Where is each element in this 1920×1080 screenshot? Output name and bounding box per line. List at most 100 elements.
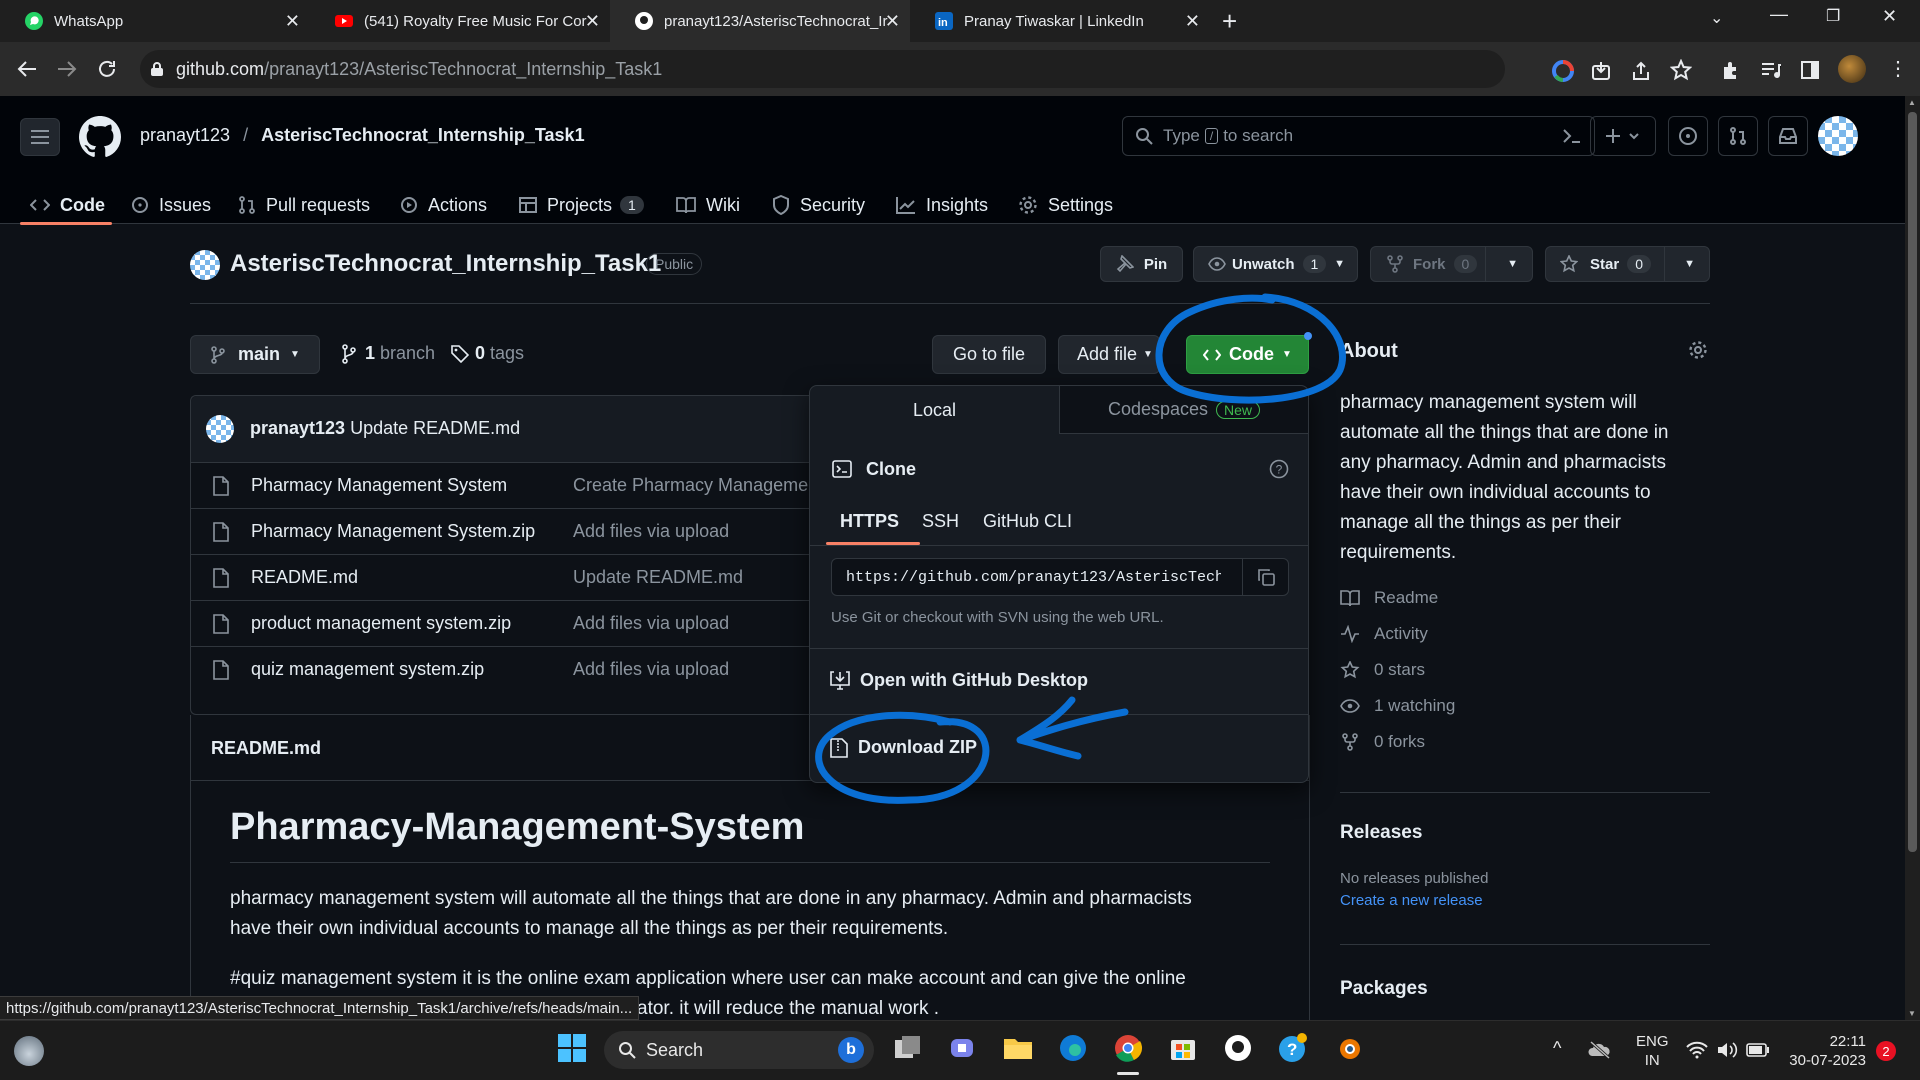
tab-settings[interactable]: Settings: [1018, 183, 1113, 227]
file-commit-message[interactable]: Add files via upload: [573, 659, 729, 680]
download-zip-button[interactable]: Download ZIP: [830, 737, 977, 758]
taskbar-search[interactable]: Search b: [604, 1031, 874, 1069]
lock-icon[interactable]: [150, 61, 164, 77]
tab-codespaces[interactable]: Codespaces New: [1060, 386, 1308, 434]
help-app-button[interactable]: ?: [1275, 1030, 1311, 1066]
copy-button[interactable]: [1242, 559, 1288, 595]
close-icon[interactable]: ✕: [1185, 11, 1200, 32]
owner-link[interactable]: pranayt123: [140, 125, 230, 145]
forks-link[interactable]: 0 forks: [1340, 732, 1425, 752]
star-button[interactable]: Star 0 ▼: [1545, 246, 1710, 282]
tab-code[interactable]: Code: [30, 183, 105, 227]
create-new-button[interactable]: [1590, 116, 1656, 156]
create-release-link[interactable]: Create a new release: [1340, 892, 1483, 909]
language-indicator[interactable]: ENG IN: [1636, 1032, 1669, 1070]
blender-button[interactable]: [1330, 1030, 1366, 1066]
volume-icon[interactable]: [1716, 1041, 1738, 1059]
tab-wiki[interactable]: Wiki: [676, 183, 740, 227]
github-logo-icon[interactable]: [79, 116, 121, 158]
scrollbar-thumb[interactable]: [1908, 112, 1917, 852]
file-commit-message[interactable]: Add files via upload: [573, 613, 729, 634]
tab-projects[interactable]: Projects 1: [519, 183, 644, 227]
tab-pull-requests[interactable]: Pull requests: [238, 183, 370, 227]
close-icon[interactable]: ✕: [285, 11, 300, 32]
chevron-down-icon[interactable]: ▼: [1684, 258, 1695, 270]
unwatch-button[interactable]: Unwatch 1 ▼: [1193, 246, 1358, 282]
show-hidden-icons[interactable]: ^: [1553, 1038, 1561, 1059]
file-name[interactable]: product management system.zip: [251, 613, 511, 634]
window-close-icon[interactable]: ✕: [1882, 6, 1897, 27]
new-tab-icon[interactable]: +: [1222, 6, 1237, 37]
github-desktop-button[interactable]: [1220, 1030, 1256, 1066]
bookmark-star-icon[interactable]: [1670, 59, 1692, 81]
teams-button[interactable]: [945, 1030, 981, 1066]
chrome-button[interactable]: [1110, 1030, 1146, 1066]
file-row[interactable]: README.md Update README.md: [191, 554, 811, 600]
pull-requests-button[interactable]: [1718, 116, 1758, 156]
page-scrollbar[interactable]: ▲ ▼: [1905, 96, 1920, 1020]
file-name[interactable]: Pharmacy Management System: [251, 475, 507, 496]
share-icon[interactable]: [1630, 60, 1652, 82]
stars-link[interactable]: 0 stars: [1340, 660, 1425, 680]
activity-link[interactable]: Activity: [1340, 624, 1428, 644]
hamburger-menu-button[interactable]: [20, 118, 60, 156]
branches-link[interactable]: 1 branch: [341, 343, 435, 364]
close-icon[interactable]: ✕: [585, 11, 600, 32]
reload-icon[interactable]: [96, 58, 118, 80]
protocol-tab-https[interactable]: HTTPS: [840, 511, 899, 532]
extensions-icon[interactable]: [1720, 59, 1742, 81]
scroll-down-icon[interactable]: ▼: [1908, 1009, 1916, 1018]
open-github-desktop-button[interactable]: Open with GitHub Desktop: [830, 670, 1088, 691]
add-file-button[interactable]: Add file ▼: [1058, 335, 1160, 374]
tab-linkedin[interactable]: in Pranay Tiwaskar | LinkedIn ✕: [910, 0, 1210, 42]
go-to-file-button[interactable]: Go to file: [932, 335, 1046, 374]
fork-button[interactable]: Fork 0 ▼: [1370, 246, 1533, 282]
watching-link[interactable]: 1 watching: [1340, 696, 1455, 716]
clone-url-field[interactable]: https://github.com/pranayt123/AsteriscTe…: [831, 558, 1289, 596]
url-field[interactable]: github.com/pranayt123/AsteriscTechnocrat…: [140, 50, 1505, 88]
minimize-icon[interactable]: —: [1770, 4, 1788, 25]
battery-icon[interactable]: [1746, 1043, 1770, 1057]
tab-local[interactable]: Local: [810, 386, 1060, 434]
task-view-button[interactable]: [890, 1030, 926, 1066]
side-panel-icon[interactable]: [1800, 60, 1820, 80]
file-explorer-button[interactable]: [1000, 1030, 1036, 1066]
repo-title[interactable]: AsteriscTechnocrat_Internship_Task1: [230, 250, 661, 278]
menu-kebab-icon[interactable]: ⋮: [1888, 56, 1908, 81]
repo-link[interactable]: AsteriscTechnocrat_Internship_Task1: [261, 125, 584, 145]
tab-github[interactable]: pranayt123/AsteriscTechnocrat_Ir ✕: [610, 0, 910, 42]
user-avatar[interactable]: [1818, 116, 1858, 156]
install-icon[interactable]: [1590, 60, 1612, 82]
protocol-tab-github-cli[interactable]: GitHub CLI: [983, 511, 1072, 532]
profile-avatar[interactable]: [1838, 55, 1866, 83]
code-dropdown-button[interactable]: Code ▼: [1186, 335, 1309, 374]
close-icon[interactable]: ✕: [885, 11, 900, 32]
google-icon[interactable]: [1552, 60, 1574, 82]
file-row[interactable]: Pharmacy Management System Create Pharma…: [191, 462, 823, 508]
gear-icon[interactable]: [1688, 340, 1708, 360]
releases-heading[interactable]: Releases: [1340, 822, 1422, 844]
tab-search-icon[interactable]: ⌄: [1710, 8, 1723, 28]
weather-icon[interactable]: [14, 1036, 44, 1066]
tab-issues[interactable]: Issues: [131, 183, 211, 227]
store-button[interactable]: [1165, 1030, 1201, 1066]
clock[interactable]: 22:11 30-07-2023: [1786, 1032, 1866, 1070]
packages-heading[interactable]: Packages: [1340, 978, 1428, 1000]
commit-message[interactable]: Update README.md: [350, 418, 520, 438]
back-icon[interactable]: [16, 59, 38, 79]
protocol-tab-ssh[interactable]: SSH: [922, 511, 959, 532]
notification-badge[interactable]: 2: [1876, 1041, 1896, 1061]
file-commit-message[interactable]: Update README.md: [573, 567, 743, 588]
tab-youtube[interactable]: (541) Royalty Free Music For Cor ✕: [310, 0, 610, 42]
tab-security[interactable]: Security: [772, 183, 865, 227]
search-input[interactable]: Type / to search: [1122, 116, 1595, 156]
file-row[interactable]: quiz management system.zip Add files via…: [191, 646, 811, 692]
file-row[interactable]: Pharmacy Management System.zip Add files…: [191, 508, 811, 554]
bing-icon[interactable]: b: [838, 1037, 864, 1063]
inbox-button[interactable]: [1768, 116, 1808, 156]
file-name[interactable]: quiz management system.zip: [251, 659, 484, 680]
pin-button[interactable]: Pin: [1100, 246, 1183, 282]
forward-icon[interactable]: [56, 59, 78, 79]
file-commit-message[interactable]: Add files via upload: [573, 521, 729, 542]
chevron-down-icon[interactable]: ▼: [1507, 258, 1518, 270]
